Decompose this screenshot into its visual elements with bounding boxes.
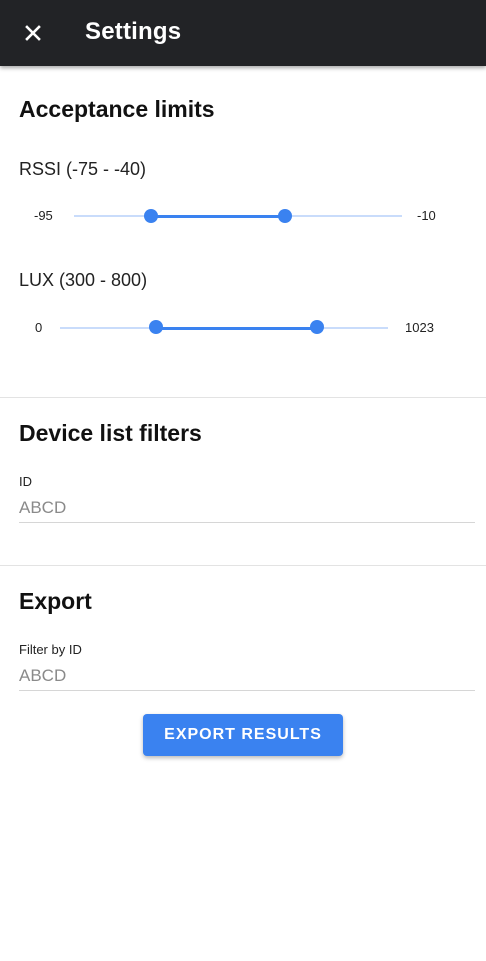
device-list-filters-heading: Device list filters [19, 420, 202, 446]
rssi-label: RSSI (-75 - -40) [19, 159, 147, 179]
section-divider [0, 565, 486, 566]
lux-label: LUX (300 - 800) [19, 270, 148, 290]
close-icon[interactable] [20, 20, 46, 46]
rssi-low-thumb[interactable] [144, 209, 158, 223]
lux-high-thumb[interactable] [310, 320, 324, 334]
lux-low-thumb[interactable] [149, 320, 163, 334]
lux-max-value: 1023 [405, 320, 434, 335]
page-title: Settings [85, 18, 182, 45]
export-heading: Export [19, 588, 92, 614]
rssi-slider-active-range [151, 215, 285, 218]
rssi-max-value: -10 [417, 208, 436, 223]
rssi-min-value: -95 [34, 208, 53, 223]
export-results-button[interactable]: EXPORT RESULTS [143, 714, 343, 756]
filter-by-id-label: Filter by ID [19, 642, 82, 657]
acceptance-limits-heading: Acceptance limits [19, 96, 215, 122]
lux-slider-active-range [156, 327, 317, 330]
app-bar: Settings [0, 0, 486, 66]
id-field-label: ID [19, 474, 32, 489]
lux-min-value: 0 [35, 320, 43, 335]
id-filter-input[interactable] [19, 494, 475, 523]
export-filter-input[interactable] [19, 662, 475, 691]
section-divider [0, 397, 486, 398]
rssi-high-thumb[interactable] [278, 209, 292, 223]
